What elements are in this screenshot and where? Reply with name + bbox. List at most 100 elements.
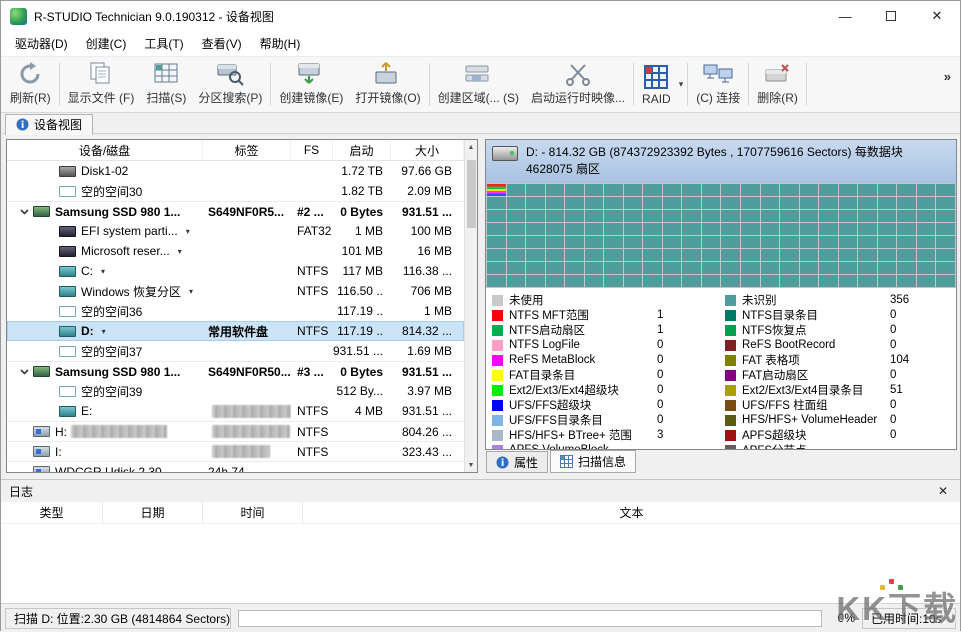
minimize-button[interactable]: — bbox=[822, 1, 868, 31]
toolbar-button[interactable]: 显示文件 (F) bbox=[62, 59, 141, 110]
menu-item[interactable]: 查看(V) bbox=[193, 31, 251, 56]
scrollbar-thumb[interactable] bbox=[467, 160, 476, 228]
tab-device-view[interactable]: 设备视图 bbox=[5, 114, 93, 135]
device-name: D: bbox=[81, 324, 94, 338]
menu-item[interactable]: 驱动器(D) bbox=[6, 31, 77, 56]
scan-block bbox=[917, 223, 936, 235]
scan-block bbox=[858, 197, 877, 209]
table-row[interactable]: Disk1-021.72 TB97.66 GB bbox=[7, 161, 464, 181]
empty-partition-icon bbox=[59, 186, 76, 197]
table-row[interactable]: E:NTFS4 MB931.51 ... bbox=[7, 401, 464, 421]
log-column-header[interactable]: 文本 bbox=[303, 502, 960, 523]
scan-block bbox=[546, 275, 565, 287]
device-size-cell: 3.97 MB bbox=[391, 381, 464, 401]
device-size-cell bbox=[391, 462, 464, 472]
toolbar-button[interactable]: 扫描(S) bbox=[140, 59, 192, 110]
menu-item[interactable]: 工具(T) bbox=[135, 31, 192, 56]
scan-block bbox=[721, 249, 740, 261]
tab-scan-info[interactable]: 扫描信息 bbox=[550, 450, 636, 473]
toolbar-button[interactable]: RAID bbox=[636, 59, 677, 110]
tab-properties[interactable]: 属性 bbox=[486, 451, 548, 473]
table-row[interactable]: H:NTFS804.26 ... bbox=[7, 421, 464, 441]
toolbar-button[interactable]: (C) 连接 bbox=[690, 59, 746, 110]
device-start-cell: 4 MB bbox=[333, 401, 391, 421]
scan-block bbox=[546, 223, 565, 235]
table-row[interactable]: 空的空间36117.19 ..1 MB bbox=[7, 301, 464, 321]
column-header[interactable]: 设备/磁盘 bbox=[7, 140, 203, 160]
column-header[interactable]: 大小 bbox=[391, 140, 464, 160]
table-row[interactable]: Samsung SSD 980 1...S649NF0R5...#2 ...0 … bbox=[7, 201, 464, 221]
vertical-scrollbar[interactable]: ▲ ▼ bbox=[464, 140, 477, 472]
tree-collapse-icon[interactable] bbox=[15, 209, 33, 215]
column-header[interactable]: 启动 bbox=[333, 140, 391, 160]
close-button[interactable]: ✕ bbox=[914, 1, 960, 31]
scan-block bbox=[858, 210, 877, 222]
legend-swatch bbox=[725, 370, 736, 381]
toolbar-button[interactable]: 打开镜像(O) bbox=[349, 59, 426, 110]
device-name: EFI system parti... bbox=[81, 224, 178, 238]
toolbar-button[interactable]: 启动运行时映像... bbox=[525, 59, 631, 110]
row-dropdown-arrow-icon[interactable]: ▾ bbox=[178, 247, 182, 256]
scan-block bbox=[565, 249, 584, 261]
log-column-header[interactable]: 类型 bbox=[1, 502, 103, 523]
dropdown-arrow-icon[interactable]: ▾ bbox=[677, 79, 686, 90]
scan-block bbox=[643, 223, 662, 235]
scan-block bbox=[839, 262, 858, 274]
scan-block bbox=[780, 210, 799, 222]
scan-block bbox=[878, 210, 897, 222]
column-header[interactable]: 标签 bbox=[203, 140, 291, 160]
scroll-down-icon[interactable]: ▼ bbox=[465, 458, 477, 472]
log-column-header[interactable]: 日期 bbox=[103, 502, 203, 523]
scroll-up-icon[interactable]: ▲ bbox=[465, 140, 477, 154]
table-row[interactable]: I:NTFS323.43 ... bbox=[7, 441, 464, 461]
table-row[interactable]: 空的空间37931.51 ...1.69 MB bbox=[7, 341, 464, 361]
toolbar-button-label: 创建区域(... (S) bbox=[438, 89, 519, 106]
toolbar-overflow-button[interactable]: » bbox=[939, 69, 956, 84]
log-close-button[interactable]: ✕ bbox=[934, 484, 952, 498]
legend-label: FAT目录条目 bbox=[509, 367, 651, 383]
device-name-cell: E: bbox=[7, 401, 203, 421]
scan-block bbox=[721, 236, 740, 248]
scan-block bbox=[839, 249, 858, 261]
device-size-cell: 323.43 ... bbox=[391, 442, 464, 461]
row-dropdown-arrow-icon[interactable]: ▾ bbox=[186, 227, 190, 236]
row-dropdown-arrow-icon[interactable]: ▾ bbox=[189, 287, 193, 296]
scan-block bbox=[624, 210, 643, 222]
maximize-button[interactable] bbox=[868, 1, 914, 31]
tree-collapse-icon[interactable] bbox=[15, 369, 33, 375]
toolbar-button[interactable]: 刷新(R) bbox=[4, 59, 57, 110]
scan-block-grid[interactable] bbox=[486, 183, 956, 288]
table-row[interactable]: WDCGR Udisk 2.3024h 74 bbox=[7, 461, 464, 472]
scan-block bbox=[682, 184, 701, 196]
log-column-header[interactable]: 时间 bbox=[203, 502, 303, 523]
legend-label: NTFS LogFile bbox=[509, 339, 651, 351]
row-dropdown-arrow-icon[interactable]: ▾ bbox=[102, 327, 106, 336]
menu-item[interactable]: 创建(C) bbox=[77, 31, 136, 56]
scan-block bbox=[663, 197, 682, 209]
scan-block bbox=[897, 275, 916, 287]
scan-block bbox=[663, 223, 682, 235]
table-row[interactable]: Windows 恢复分区▾NTFS116.50 ..706 MB bbox=[7, 281, 464, 301]
scan-status: 扫描 D: 位置:2.30 GB (4814864 Sectors) bbox=[5, 608, 231, 629]
table-row[interactable]: Samsung SSD 980 1...S649NF0R50...#3 ...0… bbox=[7, 361, 464, 381]
table-row[interactable]: C:▾NTFS117 MB116.38 ... bbox=[7, 261, 464, 281]
legend-label: APFS分节点 bbox=[742, 442, 884, 449]
table-row[interactable]: EFI system parti...▾FAT321 MB100 MB bbox=[7, 221, 464, 241]
toolbar-button[interactable]: 删除(R) bbox=[751, 59, 804, 110]
scan-block bbox=[858, 275, 877, 287]
column-header[interactable]: FS bbox=[291, 140, 333, 160]
row-dropdown-arrow-icon[interactable]: ▾ bbox=[101, 267, 105, 276]
table-row[interactable]: 空的空间301.82 TB2.09 MB bbox=[7, 181, 464, 201]
scan-block bbox=[624, 275, 643, 287]
toolbar-button[interactable]: 创建区域(... (S) bbox=[432, 59, 525, 110]
legend-label: NTFS恢复点 bbox=[742, 322, 884, 338]
menu-item[interactable]: 帮助(H) bbox=[251, 31, 310, 56]
toolbar-button[interactable]: 分区搜索(P) bbox=[192, 59, 268, 110]
table-row[interactable]: D:▾常用软件盘NTFS117.19 ..814.32 ... bbox=[7, 321, 464, 341]
tab-device-view-label: 设备视图 bbox=[34, 116, 82, 133]
toolbar-button[interactable]: 创建镜像(E) bbox=[273, 59, 349, 110]
table-row[interactable]: 空的空间39512 By...3.97 MB bbox=[7, 381, 464, 401]
scan-block bbox=[702, 275, 721, 287]
table-row[interactable]: Microsoft reser...▾101 MB16 MB bbox=[7, 241, 464, 261]
toolbar-button-label: RAID bbox=[642, 92, 671, 106]
